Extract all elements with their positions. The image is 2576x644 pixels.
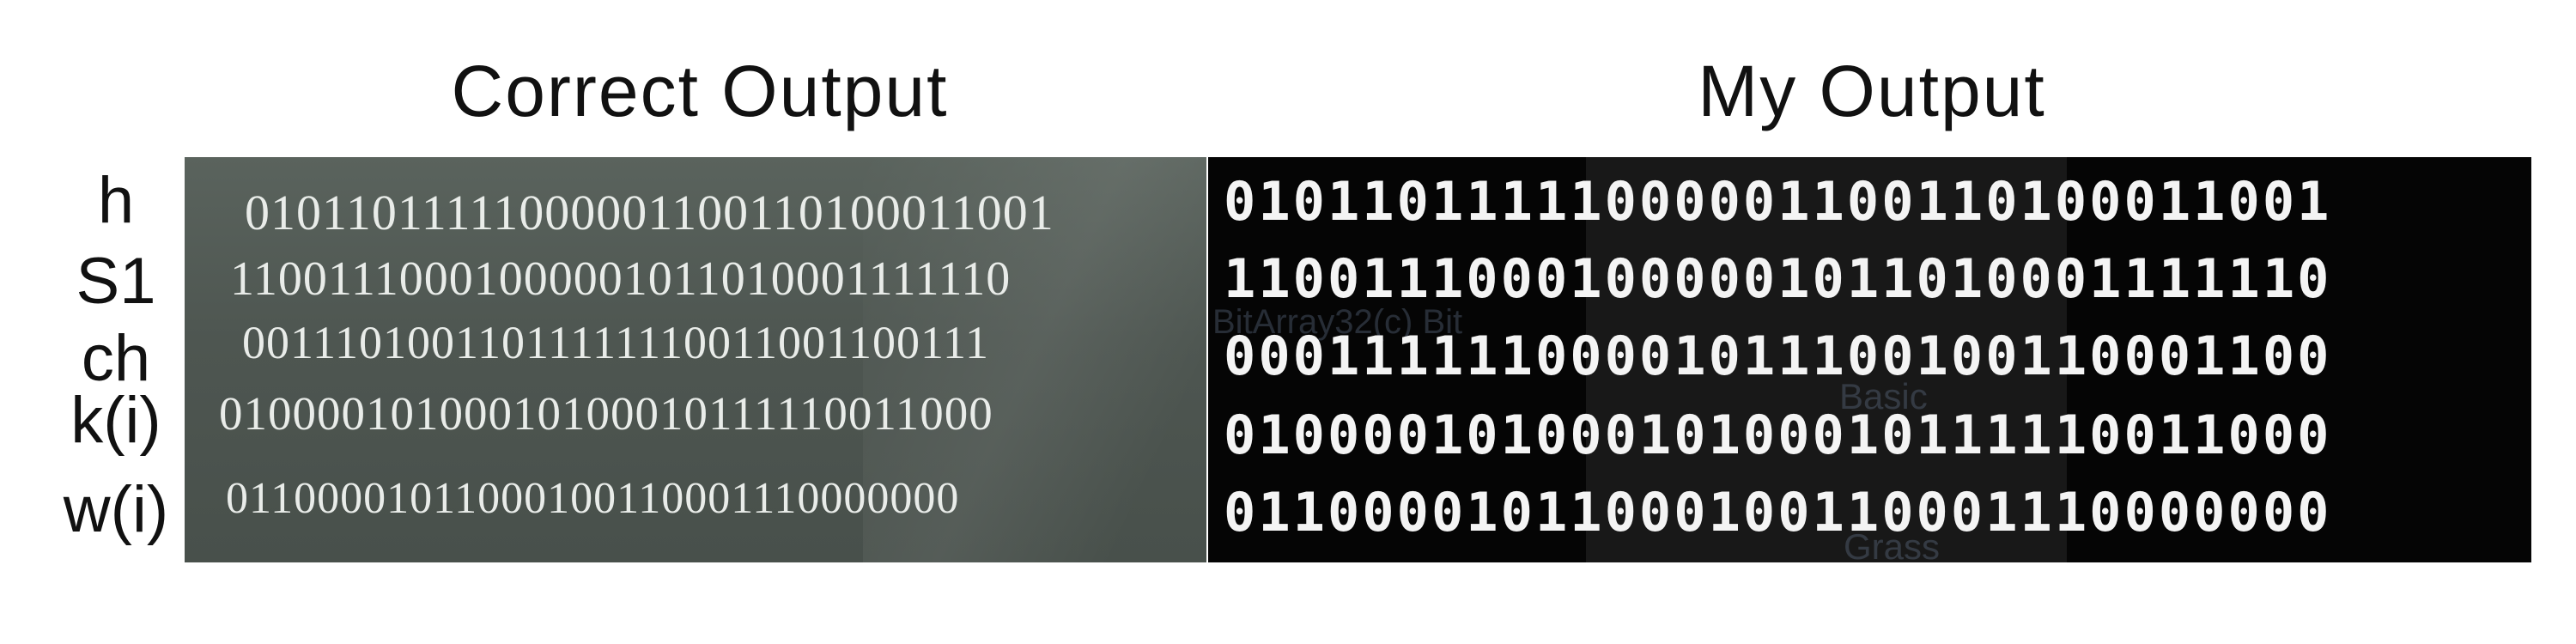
- row-label-h: h: [97, 164, 135, 237]
- my-bits-k-i: 01000010100010100010111110011000: [1224, 404, 2332, 466]
- correct-output-title: Correct Output: [451, 51, 949, 131]
- row-label-s1: S1: [76, 245, 156, 318]
- my-bits-s1: 11001110001000001011010001111110: [1224, 247, 2332, 310]
- correct-bits-k-i: 01000010100010100010111110011000: [219, 387, 993, 440]
- my-bits-ch: 00011111100001011100100110001100: [1224, 325, 2332, 387]
- row-label-ch: ch: [81, 322, 151, 395]
- correct-bits-s1: 11001110001000001011010001111110: [230, 252, 1012, 306]
- correct-bits-h: 01011011111000001100110100011001: [245, 185, 1054, 240]
- my-output-title: My Output: [1698, 51, 2046, 131]
- correct-bits-ch: 00111010011011111110011001100111: [242, 317, 989, 368]
- row-label-k-i: k(i): [70, 384, 161, 457]
- my-bits-h: 01011011111000001100110100011001: [1224, 170, 2332, 233]
- correct-bits-w-i: 01100001011000100110001110000000: [226, 474, 960, 523]
- my-bits-w-i: 01100001011000100110001110000000: [1224, 481, 2332, 544]
- row-label-w-i: w(i): [63, 473, 169, 546]
